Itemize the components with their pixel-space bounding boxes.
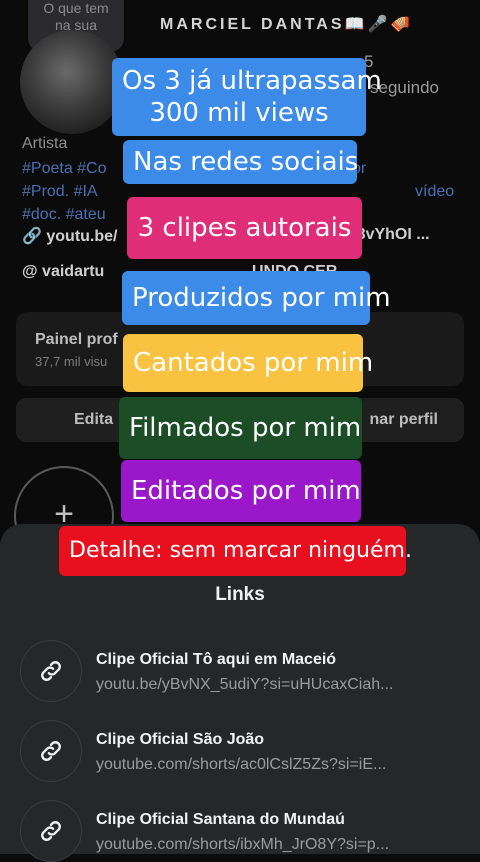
- link-icon: [20, 720, 82, 782]
- link-item-name[interactable]: Clipe Oficial Santana do Mundaú: [96, 811, 345, 829]
- profile-link-text: youtu.be/: [46, 228, 118, 245]
- bio-line-tail[interactable]: vídeo: [415, 183, 454, 201]
- edit-profile-label: Edita: [74, 411, 114, 428]
- link-item-url[interactable]: youtube.com/shorts/ibxMh_JrO8Y?si=p...: [96, 836, 389, 854]
- link-icon: 🔗: [22, 228, 47, 245]
- bio-line[interactable]: #Prod. #IA: [22, 183, 98, 201]
- profile-link[interactable]: 🔗 youtu.be/: [22, 226, 117, 246]
- caption-edited: Editados por mim: [121, 460, 361, 522]
- note-line: O que tem: [43, 0, 109, 16]
- caption-produced: Produzidos por mim: [122, 271, 391, 325]
- profile-username: MARCIEL DANTAS📖🎤🪗: [160, 16, 414, 33]
- bio-line[interactable]: #Poeta #Co: [22, 160, 107, 178]
- threads-text: vaidartu: [42, 263, 105, 280]
- link-item-url[interactable]: youtu.be/yBvNX_5udiY?si=uHUcaxCiah...: [96, 676, 394, 694]
- caption-filmed: Filmados por mim: [119, 397, 362, 459]
- caption-detail: Detalhe: sem marcar ninguém.: [59, 526, 412, 576]
- caption-social: Nas redes sociais: [123, 140, 358, 184]
- caption-views: Os 3 já ultrapassam 300 mil views: [112, 58, 382, 136]
- caption-clips: 3 clipes autorais: [127, 197, 362, 259]
- share-profile-label: nar perfil: [369, 411, 438, 428]
- link-item-name[interactable]: Clipe Oficial São João: [96, 731, 264, 749]
- link-icon: [20, 800, 82, 862]
- link-icon: [20, 640, 82, 702]
- bio-line[interactable]: #doc. #ateu: [22, 206, 106, 224]
- threads-icon: @: [22, 263, 43, 280]
- caption-sung: Cantados por mim: [123, 334, 373, 392]
- threads-link[interactable]: @ vaidartu: [22, 263, 104, 281]
- caption-text: 300 mil views: [149, 98, 329, 128]
- profile-category: Artista: [22, 135, 68, 152]
- dashboard-subtitle: 37,7 mil visu: [35, 354, 108, 369]
- link-item-name[interactable]: Clipe Oficial Tô aqui em Maceió: [96, 651, 336, 669]
- caption-text: Os 3 já ultrapassam: [122, 66, 382, 96]
- link-item-url[interactable]: youtube.com/shorts/ac0lCslZ5Zs?si=iE...: [96, 756, 386, 774]
- avatar[interactable]: [20, 30, 124, 134]
- sheet-title: Links: [215, 584, 265, 605]
- dashboard-title: Painel prof: [35, 331, 118, 348]
